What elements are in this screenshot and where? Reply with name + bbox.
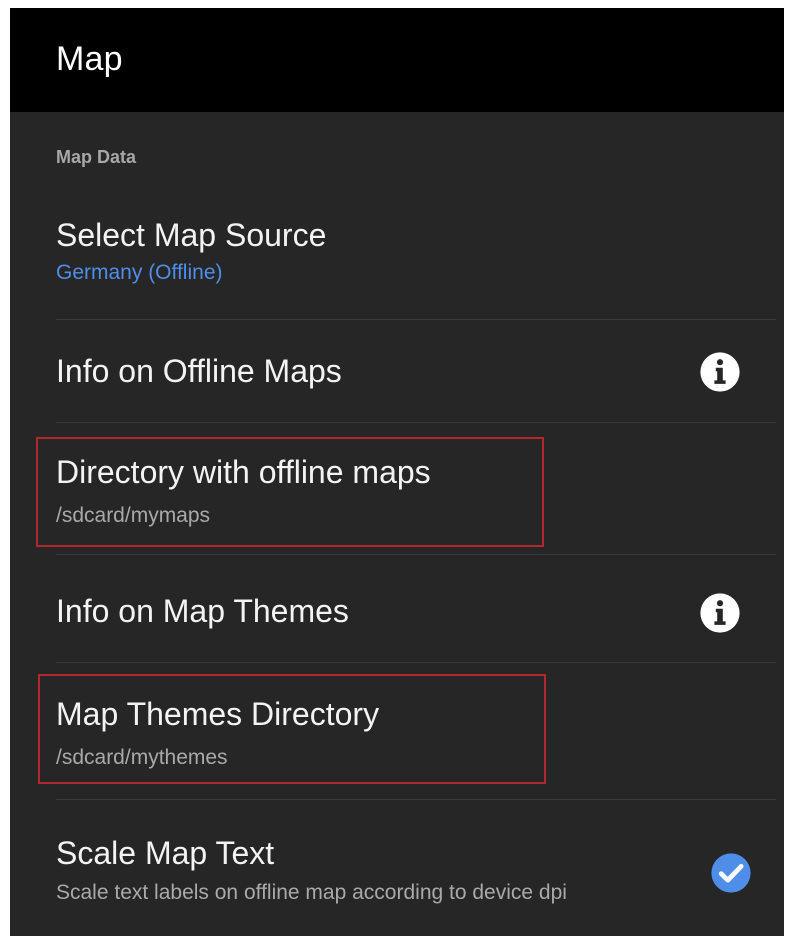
map-themes-directory-preference[interactable]: Map Themes Directory /sdcard/mythemes [10,663,784,799]
info-icon[interactable] [699,351,741,393]
preference-summary: /sdcard/mymaps [56,504,211,527]
preference-summary: /sdcard/mythemes [56,746,228,769]
preference-summary: Germany (Offline) [56,261,223,284]
settings-screen: Map Map Data Select Map Source Germany (… [10,8,784,936]
preference-title: Select Map Source [56,217,327,253]
preference-title: Directory with offline maps [56,454,431,490]
info-offline-maps-preference[interactable]: Info on Offline Maps [10,320,784,422]
preference-summary: Scale text labels on offline map accordi… [56,881,567,904]
select-map-source-preference[interactable]: Select Map Source Germany (Offline) [10,198,784,319]
preference-title: Scale Map Text [56,835,275,871]
page-title: Map [56,40,123,78]
info-icon[interactable] [699,592,741,634]
section-header-map-data: Map Data [56,147,137,167]
scale-map-text-preference[interactable]: Scale Map Text Scale text labels on offl… [10,800,784,936]
preference-title: Info on Offline Maps [56,353,342,389]
offline-maps-directory-preference[interactable]: Directory with offline maps /sdcard/myma… [10,423,784,552]
check-circle-icon[interactable] [710,852,752,894]
preference-title: Map Themes Directory [56,696,380,732]
app-bar: Map [10,8,784,112]
preference-title: Info on Map Themes [56,593,349,629]
info-map-themes-preference[interactable]: Info on Map Themes [10,555,784,662]
